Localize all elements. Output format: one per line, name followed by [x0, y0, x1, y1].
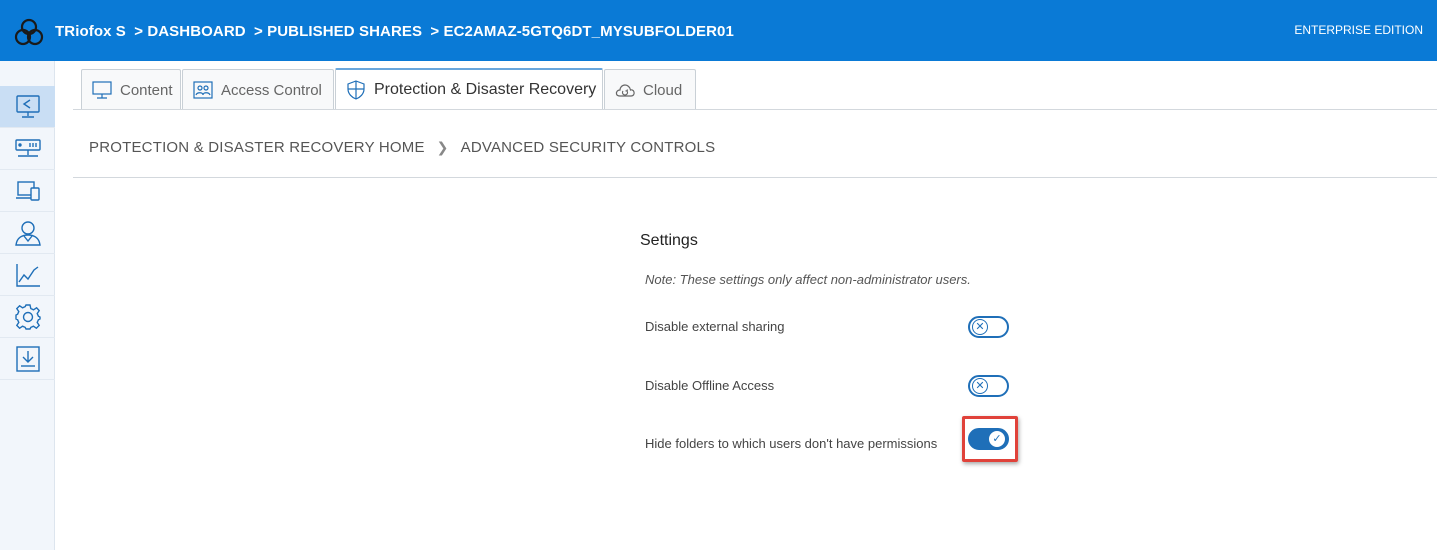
chart-icon [15, 263, 40, 287]
tab-label: Cloud [643, 81, 683, 99]
tab-cloud[interactable]: Cloud [604, 69, 696, 110]
highlight-box [962, 416, 1018, 462]
gear-icon [14, 303, 41, 330]
setting-label-disable-offline-access: Disable Offline Access [645, 378, 775, 393]
edition-label: ENTERPRISE EDITION [1294, 23, 1423, 37]
breadcrumb: TRiofox S > DASHBOARD > PUBLISHED SHARES… [55, 23, 738, 40]
user-icon [14, 220, 41, 246]
tab-protection-disaster-recovery[interactable]: Protection & Disaster Recovery [335, 68, 603, 110]
close-icon: ✕ [972, 378, 988, 394]
users-icon [193, 81, 213, 99]
setting-label-hide-folders: Hide folders to which users don't have p… [645, 436, 938, 451]
breadcrumb-published-shares[interactable]: > PUBLISHED SHARES [254, 23, 422, 40]
tab-divider [73, 109, 1437, 110]
sidebar-item-devices[interactable] [0, 170, 55, 212]
tab-access-control[interactable]: Access Control [182, 69, 334, 110]
cloud-icon [615, 84, 635, 97]
tab-label: Protection & Disaster Recovery [374, 81, 597, 98]
breadcrumb-folder: > EC2AMAZ-5GTQ6DT_MYSUBFOLDER01 [430, 23, 734, 40]
breadcrumb-app[interactable]: TRiofox S [55, 23, 126, 40]
sidebar-item-shares[interactable] [0, 86, 55, 128]
monitor-icon [92, 81, 112, 99]
breadcrumb-protection-home[interactable]: PROTECTION & DISASTER RECOVERY HOME [89, 139, 425, 156]
sidebar [0, 61, 55, 550]
shield-icon [347, 80, 365, 100]
triofox-logo-icon[interactable] [14, 17, 44, 47]
tab-label: Access Control [221, 81, 322, 99]
devices-icon [15, 180, 40, 201]
breadcrumb-advanced-security: ADVANCED SECURITY CONTROLS [460, 139, 716, 156]
top-bar: TRiofox S > DASHBOARD > PUBLISHED SHARES… [0, 0, 1437, 61]
breadcrumb-dashboard[interactable]: > DASHBOARD [134, 23, 246, 40]
server-icon [14, 138, 41, 157]
sidebar-item-users[interactable] [0, 212, 55, 254]
close-icon: ✕ [972, 319, 988, 335]
chevron-right-icon: ❯ [436, 139, 449, 155]
sidebar-item-reports[interactable] [0, 254, 55, 296]
sidebar-item-downloads[interactable] [0, 338, 55, 380]
sidebar-item-settings[interactable] [0, 296, 55, 338]
tab-content[interactable]: Content [81, 69, 181, 110]
settings-note: Note: These settings only affect non-adm… [645, 272, 971, 287]
section-divider [73, 177, 1437, 178]
setting-label-disable-external-sharing: Disable external sharing [645, 319, 785, 334]
share-screen-icon [15, 94, 40, 118]
toggle-disable-external-sharing[interactable]: ✕ [968, 316, 1009, 338]
section-breadcrumb: PROTECTION & DISASTER RECOVERY HOME ❯ AD… [89, 139, 715, 156]
tab-label: Content [120, 81, 173, 99]
sidebar-item-servers[interactable] [0, 128, 55, 170]
settings-title: Settings [640, 232, 698, 249]
download-icon [15, 345, 40, 372]
toggle-disable-offline-access[interactable]: ✕ [968, 375, 1009, 397]
